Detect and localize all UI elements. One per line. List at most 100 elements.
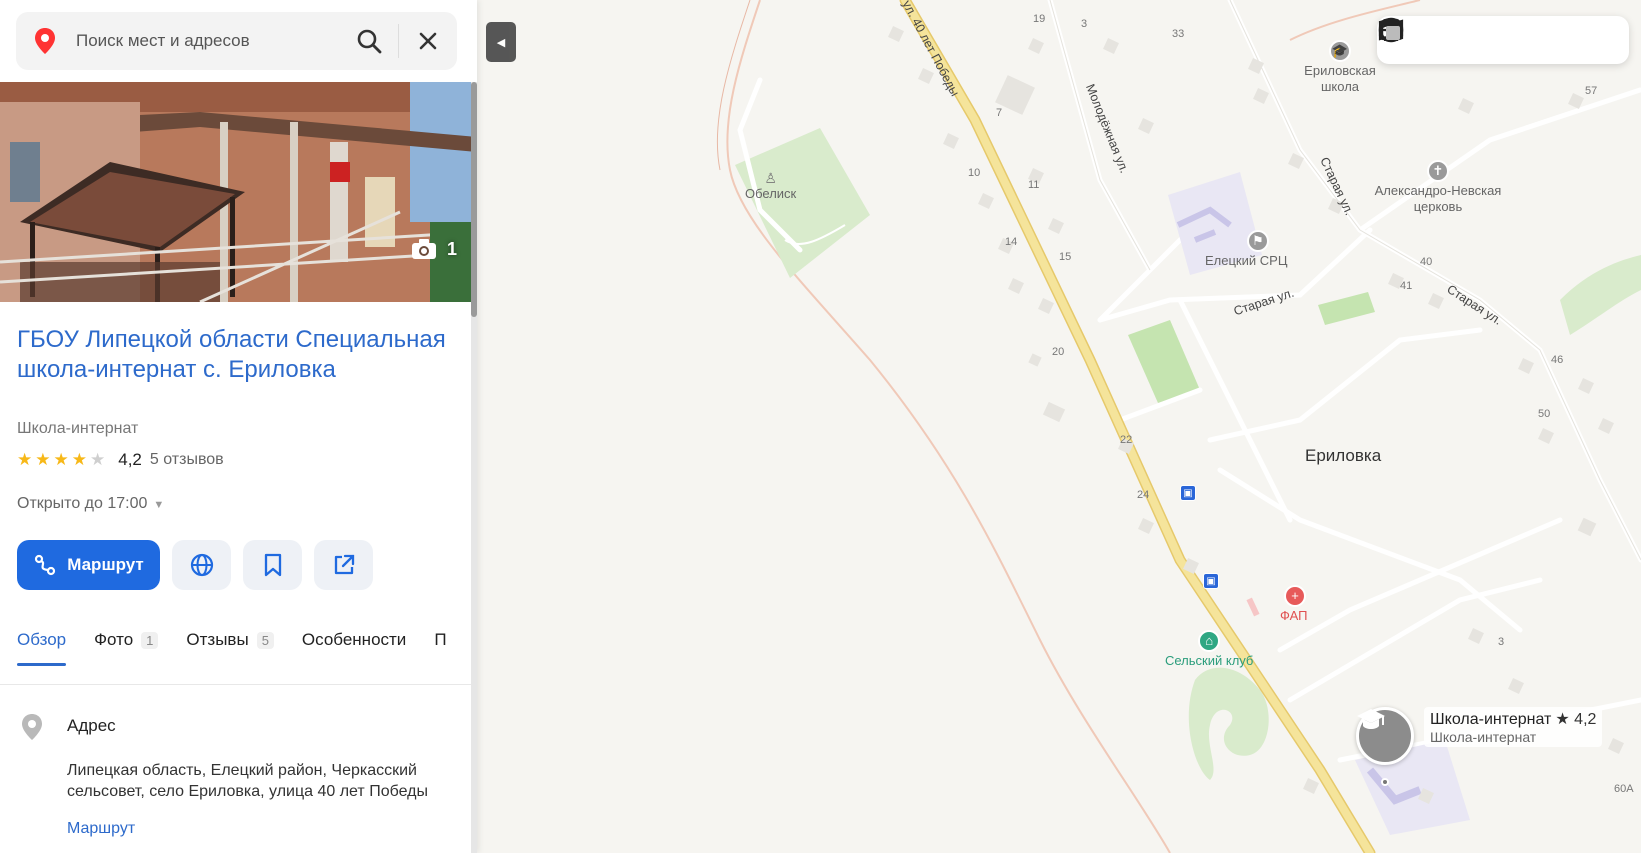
location-pin-icon [22, 714, 42, 740]
bus-stop-icon[interactable]: ▣ [1180, 485, 1196, 501]
app-root: ул. 40 лет Победы Молодёжная ул. Старая … [0, 0, 1641, 853]
poi-church[interactable]: ✝ Александро-Невская церковь [1368, 160, 1508, 215]
overlay-button[interactable] [1379, 18, 1623, 62]
tab-label: П [434, 630, 447, 649]
clear-search-button[interactable] [399, 12, 457, 70]
rating-value: 4,2 [118, 450, 142, 469]
sidebar-scrollbar-thumb[interactable] [471, 82, 477, 317]
photo-layer-button[interactable] [1378, 18, 1527, 62]
search-bar [16, 12, 457, 70]
field-area [1128, 320, 1200, 403]
share-icon [334, 554, 354, 575]
poi-obelisk[interactable]: ♙ Обелиск [745, 170, 796, 202]
selected-place-card: Школа-интернат ★ 4,2 Школа-интернат [1424, 707, 1603, 747]
house-number: 11 [1028, 179, 1040, 191]
tab-count: 1 [141, 631, 159, 649]
tab-overview[interactable]: Обзор [17, 630, 67, 666]
map-layers-toolbar [1377, 16, 1629, 64]
tab-more-truncated[interactable]: П [434, 630, 446, 666]
caret-left-icon: ◀ [496, 36, 506, 49]
search-button[interactable] [340, 12, 398, 70]
house-number: 22 [1120, 434, 1133, 446]
org-title[interactable]: ГБОУ Липецкой области Специальная школа-… [17, 325, 457, 385]
selected-place-marker[interactable]: Школа-интернат ★ 4,2 Школа-интернат [1356, 707, 1603, 765]
house-number: 3 [1498, 636, 1505, 648]
address-route-link[interactable]: Маршрут [67, 820, 135, 838]
poi-src[interactable]: ⚑ Елецкий СРЦ [1205, 230, 1287, 269]
tab-label: Особенности [301, 630, 407, 649]
tab-count: 5 [256, 631, 274, 649]
museum-icon: ⌂ [1198, 630, 1221, 652]
house-number: 3 [1081, 18, 1088, 30]
house-number: 24 [1137, 489, 1150, 501]
building-photo-illustration [0, 82, 477, 302]
house-number: 33 [1172, 28, 1185, 40]
church-icon: ✝ [1427, 160, 1449, 182]
working-hours[interactable]: Открыто до 17:00 ▼ [17, 495, 164, 513]
poi-fap[interactable]: + ФАП [1280, 585, 1307, 624]
website-button[interactable] [172, 540, 231, 590]
address-label: Адрес [67, 716, 116, 735]
tab-photos[interactable]: Фото 1 [94, 630, 159, 666]
photo-counter[interactable]: 1 [411, 238, 457, 260]
medical-cross-icon: + [1284, 585, 1306, 607]
tab-reviews[interactable]: Отзывы 5 [186, 630, 274, 666]
rating-row[interactable]: ★ ★ ★ ★ ★ 4,2 5 отзывов [17, 450, 224, 470]
house-number: 46 [1551, 354, 1564, 366]
house-number: 14 [1005, 236, 1018, 248]
place-photo[interactable]: 1 [0, 82, 477, 302]
globe-icon [190, 553, 213, 577]
star-icon: ★ [17, 450, 33, 469]
tab-label: Фото [94, 630, 134, 649]
address-text[interactable]: Липецкая область, Елецкий район, Черкасс… [67, 760, 462, 802]
collapse-sidebar-button[interactable]: ◀ [486, 22, 516, 62]
poi-club[interactable]: ⌂ Сельский клуб [1165, 630, 1253, 669]
house-number: 10 [968, 167, 981, 179]
search-input[interactable] [76, 31, 340, 51]
route-button[interactable]: Маршрут [17, 540, 160, 590]
house-number: 41 [1400, 280, 1413, 292]
tab-features[interactable]: Особенности [302, 630, 406, 666]
tab-label: Отзывы [186, 630, 249, 649]
selected-place-name: Школа-интернат [1430, 711, 1552, 728]
transit-button[interactable] [1380, 18, 1575, 62]
house-number: 60А [1614, 783, 1634, 795]
bus-stop-icon[interactable]: ▣ [1203, 573, 1219, 589]
graduation-cap-icon [1356, 707, 1414, 765]
location-dot [1381, 778, 1389, 786]
close-icon [419, 32, 437, 50]
house-number: 50 [1538, 408, 1551, 420]
photo-count-value: 1 [446, 238, 457, 259]
caret-down-icon: ▼ [153, 499, 165, 511]
house-number: 15 [1059, 251, 1072, 263]
overlay-icon [1379, 20, 1400, 40]
action-buttons: Маршрут [17, 540, 373, 590]
house-number: 7 [996, 107, 1003, 119]
star-icon: ★ [71, 450, 87, 469]
house-number: 57 [1585, 85, 1598, 97]
star-icon: ★ [53, 450, 69, 469]
poi-erilovka-school[interactable]: 🎓 Ериловская школа [1295, 40, 1385, 95]
flag-icon: ⚑ [1247, 230, 1269, 252]
route-button-label: Маршрут [67, 555, 144, 574]
bookmark-icon [264, 553, 281, 577]
tabs-divider [0, 684, 471, 685]
village-label: Ериловка [1305, 446, 1382, 465]
star-empty-icon: ★ [90, 450, 106, 469]
camera-icon [411, 239, 436, 259]
monument-icon: ♙ [764, 170, 777, 186]
hours-text: Открыто до 17:00 [17, 495, 148, 512]
reviews-link[interactable]: 5 отзывов [150, 451, 224, 469]
map-layers-button[interactable] [1378, 18, 1479, 62]
bookmark-button[interactable] [243, 540, 302, 590]
map-pin-icon [35, 28, 55, 54]
school-icon: 🎓 [1329, 40, 1351, 62]
search-icon [357, 29, 382, 54]
place-tabs: Обзор Фото 1 Отзывы 5 Особенности П [17, 630, 447, 666]
star-icon: ★ [35, 450, 51, 469]
org-category: Школа-интернат [17, 420, 139, 437]
share-button[interactable] [314, 540, 373, 590]
tab-label: Обзор [17, 630, 67, 649]
house-number: 19 [1033, 13, 1046, 25]
sidebar: 1 ГБОУ Липецкой области Специальная школ… [0, 0, 477, 853]
